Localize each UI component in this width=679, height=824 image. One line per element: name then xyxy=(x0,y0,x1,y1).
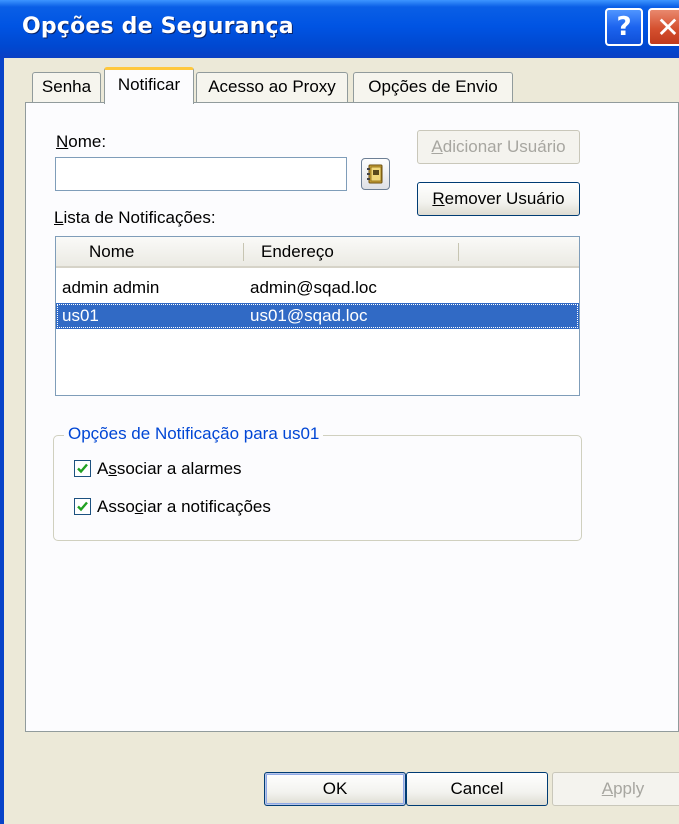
associate-notifications-label[interactable]: Associar a notificações xyxy=(97,497,271,517)
column-divider[interactable] xyxy=(243,243,244,261)
name-input[interactable] xyxy=(55,157,347,191)
notification-list-label: Lista de Notificações: xyxy=(54,208,216,227)
help-button[interactable]: ? xyxy=(605,8,643,46)
notification-options-title: Opções de Notificação para us01 xyxy=(64,424,324,444)
security-options-dialog: Opções de Segurança ? ✕ Senha Notificar … xyxy=(0,0,679,824)
tab-senha[interactable]: Senha xyxy=(32,72,101,102)
list-item[interactable]: admin admin admin@sqad.loc xyxy=(56,275,579,301)
column-header-nome[interactable]: Nome xyxy=(89,237,134,266)
tab-label: Opções de Envio xyxy=(368,77,498,96)
list-header: Nome Endereço xyxy=(56,237,579,268)
title-bar[interactable]: Opções de Segurança ? ✕ xyxy=(0,0,679,58)
list-item-selected[interactable]: us01 us01@sqad.loc xyxy=(56,303,579,329)
tab-acesso-ao-proxy[interactable]: Acesso ao Proxy xyxy=(196,72,348,102)
checkmark-icon xyxy=(77,501,88,512)
associate-alarms-checkbox[interactable] xyxy=(74,460,91,477)
cancel-button[interactable]: Cancel xyxy=(406,772,548,806)
list-item-address: admin@sqad.loc xyxy=(250,278,377,297)
ok-button[interactable]: OK xyxy=(264,772,406,806)
apply-button[interactable]: Apply xyxy=(552,772,679,806)
tab-label: Senha xyxy=(41,77,92,96)
list-item-name: us01 xyxy=(62,306,99,325)
notification-options-group xyxy=(53,435,582,541)
tab-label: Acesso ao Proxy xyxy=(208,77,336,96)
address-book-button[interactable] xyxy=(361,158,390,190)
column-divider[interactable] xyxy=(458,243,459,261)
column-header-endereco[interactable]: Endereço xyxy=(261,237,334,266)
close-button[interactable]: ✕ xyxy=(648,8,679,46)
tab-label: Notificar xyxy=(117,75,181,94)
tab-notificar[interactable]: Notificar xyxy=(104,67,194,104)
window-title: Opções de Segurança xyxy=(22,14,294,39)
notification-list[interactable]: Nome Endereço admin admin admin@sqad.loc… xyxy=(55,236,580,396)
tab-opcoes-de-envio[interactable]: Opções de Envio xyxy=(353,72,513,102)
tab-panel-notificar xyxy=(25,102,679,732)
associate-notifications-checkbox[interactable] xyxy=(74,498,91,515)
checkmark-icon xyxy=(77,463,88,474)
address-book-icon xyxy=(367,164,383,184)
add-user-button[interactable]: Adicionar Usuário xyxy=(417,130,580,164)
associate-alarms-label[interactable]: Associar a alarmes xyxy=(97,459,242,479)
close-icon: ✕ xyxy=(656,10,679,44)
help-icon: ? xyxy=(616,12,632,42)
remove-user-button[interactable]: Remover Usuário xyxy=(417,182,580,216)
list-item-name: admin admin xyxy=(62,278,160,297)
list-item-address: us01@sqad.loc xyxy=(250,306,368,325)
window-border xyxy=(0,58,4,824)
name-label: Nome: xyxy=(56,132,107,151)
